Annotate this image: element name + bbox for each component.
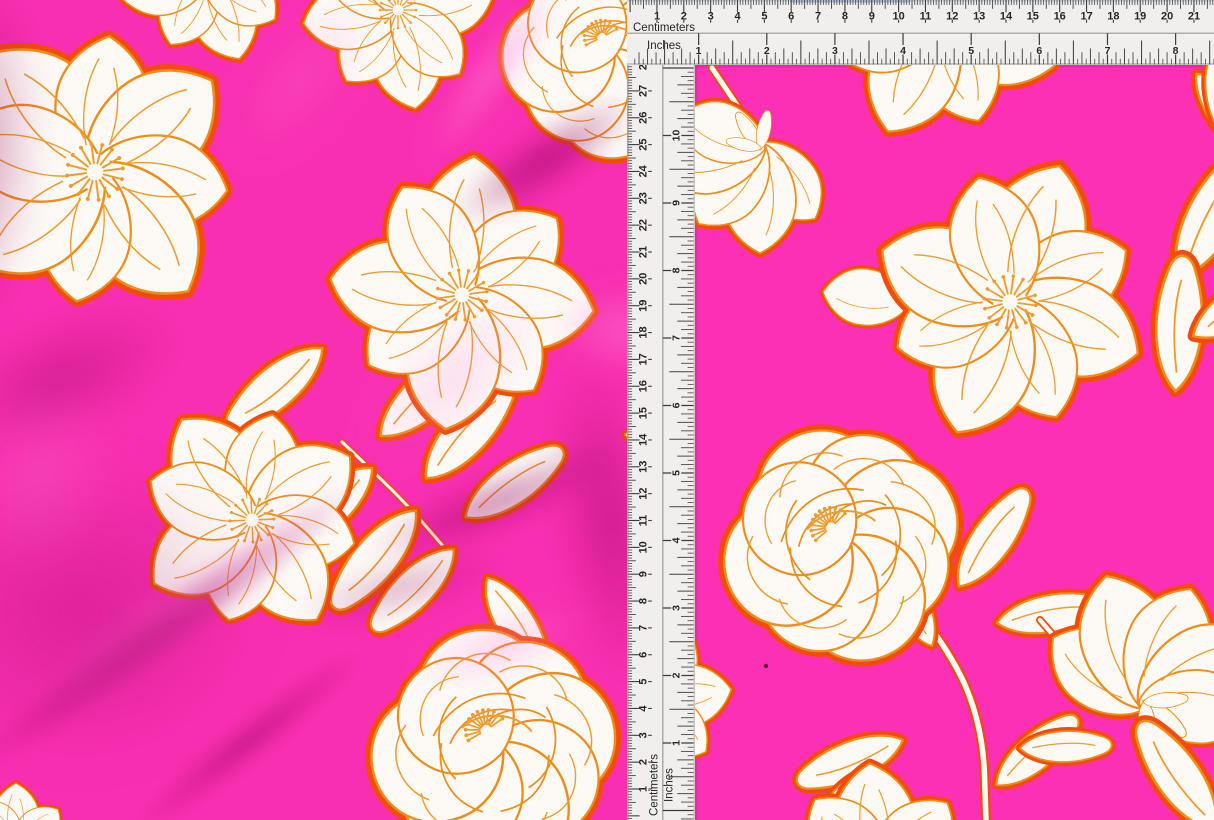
svg-text:13: 13	[638, 461, 650, 473]
svg-text:21: 21	[638, 246, 650, 258]
svg-text:9: 9	[670, 200, 682, 206]
svg-text:10: 10	[638, 541, 650, 553]
svg-text:17: 17	[638, 353, 650, 365]
svg-text:3: 3	[638, 732, 650, 738]
svg-text:22: 22	[638, 219, 650, 231]
svg-text:10: 10	[892, 11, 904, 23]
svg-text:1: 1	[654, 11, 660, 23]
svg-text:5: 5	[968, 45, 974, 57]
svg-text:7: 7	[670, 335, 682, 341]
svg-text:18: 18	[638, 326, 650, 338]
svg-text:18: 18	[1107, 11, 1119, 23]
svg-text:11: 11	[638, 515, 650, 527]
svg-text:2: 2	[670, 672, 682, 678]
svg-text:25: 25	[638, 138, 650, 150]
svg-text:4: 4	[670, 537, 682, 543]
svg-text:3: 3	[670, 605, 682, 611]
svg-text:8: 8	[1173, 45, 1179, 57]
svg-text:20: 20	[638, 273, 650, 285]
svg-text:13: 13	[973, 11, 985, 23]
svg-text:4: 4	[734, 11, 741, 23]
svg-text:10: 10	[670, 130, 682, 142]
svg-text:21: 21	[1188, 11, 1200, 23]
svg-text:14: 14	[1000, 11, 1013, 23]
svg-text:2: 2	[681, 11, 687, 23]
svg-text:2: 2	[764, 45, 770, 57]
svg-text:6: 6	[1036, 45, 1042, 57]
svg-text:14: 14	[638, 433, 650, 446]
svg-text:16: 16	[638, 380, 650, 392]
svg-text:15: 15	[1027, 11, 1039, 23]
svg-text:19: 19	[638, 300, 650, 312]
svg-text:19: 19	[1134, 11, 1146, 23]
svg-text:24: 24	[638, 164, 650, 177]
svg-text:4: 4	[638, 705, 650, 712]
svg-text:15: 15	[638, 407, 650, 419]
svg-text:3: 3	[708, 11, 714, 23]
svg-text:8: 8	[670, 267, 682, 273]
svg-text:6: 6	[788, 11, 794, 23]
svg-text:5: 5	[670, 470, 682, 476]
svg-text:16: 16	[1054, 11, 1066, 23]
svg-text:4: 4	[900, 45, 906, 57]
svg-text:Inches: Inches	[664, 768, 676, 802]
svg-text:7: 7	[815, 11, 821, 23]
svg-text:Centimeters: Centimeters	[633, 22, 695, 34]
svg-text:12: 12	[638, 487, 650, 499]
svg-text:7: 7	[1105, 45, 1111, 57]
svg-text:23: 23	[638, 192, 650, 204]
svg-text:Centimeters: Centimeters	[649, 754, 661, 816]
svg-text:12: 12	[946, 11, 958, 23]
svg-text:3: 3	[832, 45, 838, 57]
svg-text:8: 8	[638, 598, 650, 604]
svg-text:8: 8	[842, 11, 848, 23]
svg-text:1: 1	[696, 45, 702, 57]
svg-text:20: 20	[1161, 11, 1173, 23]
svg-text:17: 17	[1080, 11, 1092, 23]
svg-text:1: 1	[670, 740, 682, 746]
svg-text:6: 6	[638, 652, 650, 658]
svg-text:26: 26	[638, 112, 650, 124]
svg-text:27: 27	[638, 85, 650, 97]
svg-text:5: 5	[638, 679, 650, 685]
svg-text:11: 11	[920, 11, 932, 23]
svg-text:9: 9	[869, 11, 875, 23]
svg-text:6: 6	[670, 402, 682, 408]
svg-text:5: 5	[761, 11, 767, 23]
svg-text:9: 9	[638, 571, 650, 577]
svg-text:7: 7	[638, 625, 650, 631]
